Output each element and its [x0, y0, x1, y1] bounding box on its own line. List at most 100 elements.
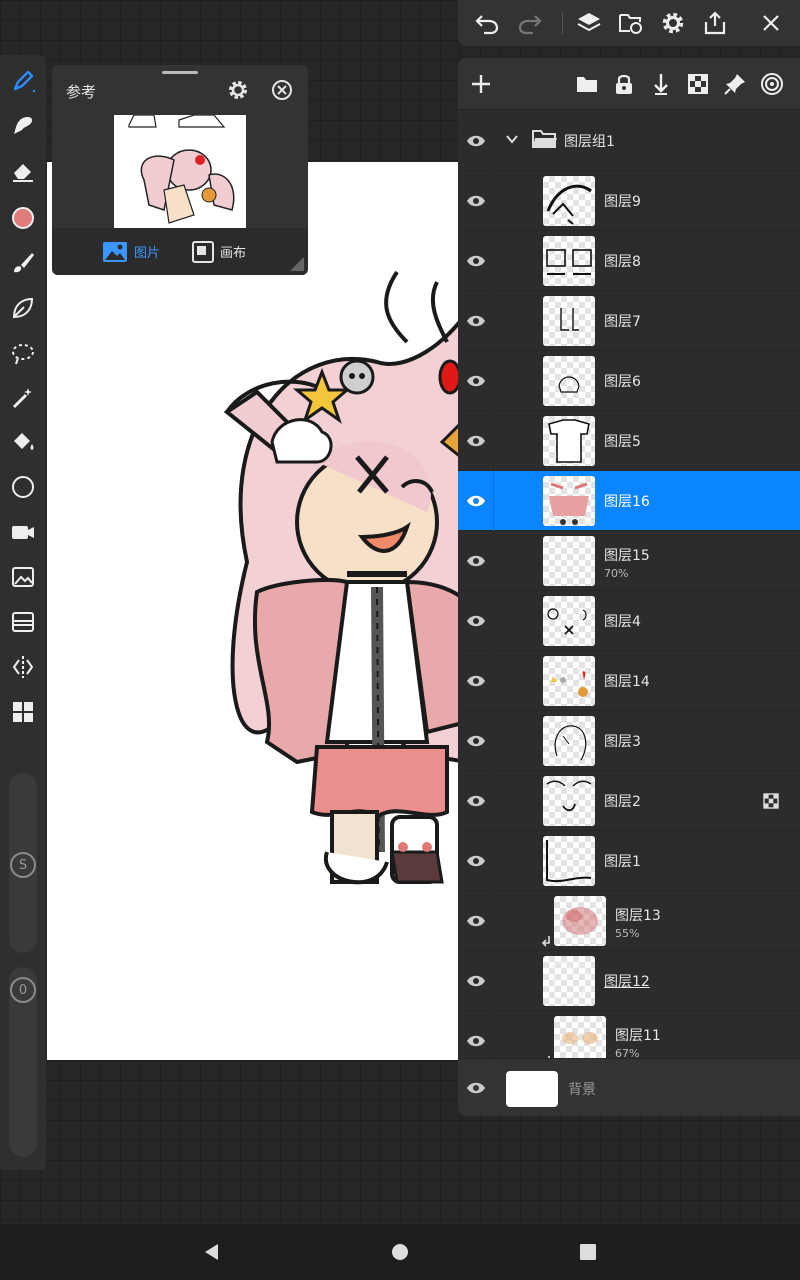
reference-tab-canvas[interactable]: 画布 — [192, 228, 246, 275]
layers-button[interactable] — [572, 6, 606, 40]
lock-layer-button[interactable] — [607, 67, 641, 101]
background-visibility-toggle[interactable] — [458, 1059, 494, 1116]
layer-row[interactable]: 图层5 — [458, 411, 800, 471]
reference-image[interactable] — [114, 115, 246, 228]
undo-button[interactable] — [470, 6, 504, 40]
record-tool[interactable] — [0, 512, 46, 552]
canvas-icon — [192, 240, 215, 263]
layer-name: 图层15 — [604, 548, 650, 564]
brush-tool[interactable] — [0, 243, 46, 283]
filter-tool[interactable] — [0, 602, 46, 642]
close-button[interactable] — [754, 6, 788, 40]
eye-icon — [466, 315, 485, 327]
nav-recents-button[interactable] — [574, 1238, 602, 1266]
symmetry-tool[interactable] — [0, 647, 46, 687]
pen-tool[interactable] — [0, 61, 46, 101]
layer-row[interactable]: 图层13 55% — [458, 891, 800, 951]
shape-tool[interactable] — [0, 467, 46, 507]
layer-row[interactable]: 图层2 — [458, 771, 800, 831]
layer-visibility-toggle[interactable] — [458, 231, 494, 291]
layer-row[interactable]: 图层16 — [458, 471, 800, 531]
settings-button[interactable] — [656, 6, 690, 40]
layer-name: 图层3 — [604, 734, 641, 750]
layer-visibility-toggle[interactable] — [458, 531, 494, 591]
pen-icon — [13, 70, 35, 93]
layer-row[interactable]: 图层9 — [458, 171, 800, 231]
nav-home-button[interactable] — [386, 1238, 414, 1266]
layer-row[interactable]: 图层11 67% — [458, 1011, 800, 1058]
layer-row[interactable]: 图层4 — [458, 591, 800, 651]
eye-icon — [466, 675, 485, 687]
drag-handle[interactable] — [162, 71, 198, 74]
layer-name: 图层7 — [604, 314, 641, 330]
background-thumbnail — [506, 1071, 558, 1107]
layer-group-row[interactable]: 图层组1 — [458, 111, 800, 171]
layer-visibility-toggle[interactable] — [458, 411, 494, 471]
drawing-canvas[interactable] — [47, 162, 467, 1060]
image-tool[interactable] — [0, 557, 46, 597]
brush-size-knob[interactable]: S — [10, 852, 36, 878]
layer-name: 图层5 — [604, 434, 641, 450]
background-layer-row[interactable]: 背景 — [458, 1058, 800, 1116]
layer-row[interactable]: 图层14 — [458, 651, 800, 711]
leaf-tool[interactable] — [0, 288, 46, 328]
eye-icon — [466, 375, 485, 387]
resize-handle[interactable] — [290, 257, 304, 271]
layer-row[interactable]: 图层12 — [458, 951, 800, 1011]
pin-button[interactable] — [718, 67, 752, 101]
layer-thumbnail — [543, 296, 595, 346]
transfer-button[interactable] — [614, 6, 648, 40]
layer-visibility-toggle[interactable] — [458, 891, 494, 951]
layer-row[interactable]: 图层1 — [458, 831, 800, 891]
layer-visibility-toggle[interactable] — [458, 591, 494, 651]
group-visibility-toggle[interactable] — [458, 111, 494, 171]
reference-close-button[interactable] — [270, 78, 294, 102]
layout-tool[interactable] — [0, 692, 46, 732]
nav-back-button[interactable] — [198, 1238, 226, 1266]
merge-down-button[interactable] — [644, 67, 678, 101]
layer-row[interactable]: 图层3 — [458, 711, 800, 771]
layer-visibility-toggle[interactable] — [458, 471, 494, 531]
lasso-tool[interactable] — [0, 333, 46, 373]
layer-thumbnail — [543, 416, 595, 466]
magic-wand-tool[interactable] — [0, 378, 46, 418]
layer-thumbnail — [543, 476, 595, 526]
layer-row[interactable]: 图层15 70% — [458, 531, 800, 591]
layer-row[interactable]: 图层8 — [458, 231, 800, 291]
eye-icon — [466, 435, 485, 447]
fill-tool[interactable] — [0, 422, 46, 462]
reference-header[interactable]: 参考 — [52, 65, 308, 115]
smudge-tool[interactable] — [0, 105, 46, 145]
layer-name: 图层11 — [615, 1028, 661, 1044]
layer-row[interactable]: 图层7 — [458, 291, 800, 351]
share-button[interactable] — [698, 6, 732, 40]
layer-visibility-toggle[interactable] — [458, 351, 494, 411]
reference-settings-button[interactable] — [226, 78, 250, 102]
eye-icon — [466, 615, 485, 627]
redo-button[interactable] — [513, 6, 547, 40]
brush-opacity-knob[interactable]: 0 — [10, 977, 36, 1003]
layer-visibility-toggle[interactable] — [458, 711, 494, 771]
layer-visibility-toggle[interactable] — [458, 1011, 494, 1058]
color-swatch[interactable] — [0, 198, 46, 238]
alpha-lock-icon[interactable] — [763, 793, 779, 809]
layer-visibility-toggle[interactable] — [458, 651, 494, 711]
eye-icon — [466, 1035, 485, 1047]
add-group-button[interactable] — [570, 67, 604, 101]
eraser-tool[interactable] — [0, 151, 46, 191]
layer-visibility-toggle[interactable] — [458, 771, 494, 831]
eye-icon — [466, 195, 485, 207]
chevron-down-icon[interactable] — [504, 131, 520, 147]
group-name: 图层组1 — [564, 134, 615, 150]
layer-visibility-toggle[interactable] — [458, 291, 494, 351]
layer-visibility-toggle[interactable] — [458, 951, 494, 1011]
layer-row[interactable]: 图层6 — [458, 351, 800, 411]
layer-visibility-toggle[interactable] — [458, 831, 494, 891]
layer-options-button[interactable] — [755, 67, 789, 101]
add-layer-button[interactable] — [464, 67, 498, 101]
transparency-button[interactable] — [681, 67, 715, 101]
reference-tab-image[interactable]: 图片 — [102, 228, 160, 275]
eye-icon — [466, 915, 485, 927]
eye-icon — [466, 495, 485, 507]
layer-visibility-toggle[interactable] — [458, 171, 494, 231]
